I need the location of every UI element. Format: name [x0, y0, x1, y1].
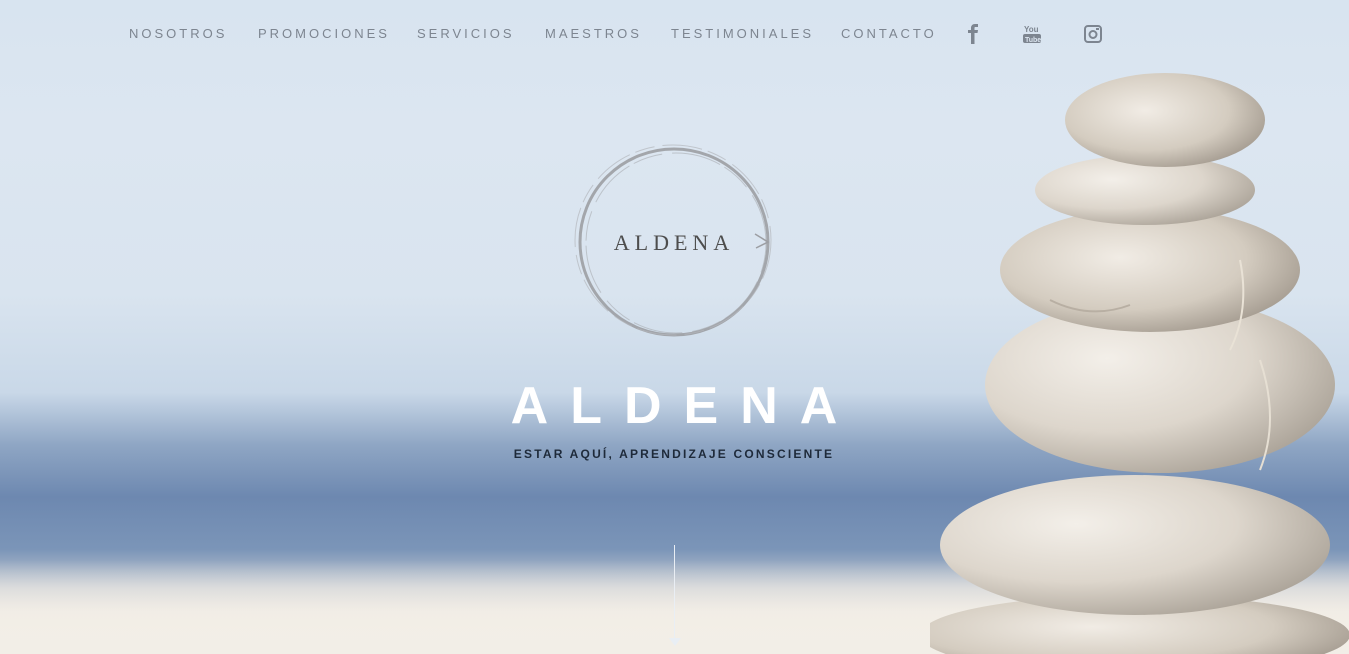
nav-contacto[interactable]: CONTACTO: [841, 26, 937, 41]
main-nav: NOSOTROS PROMOCIONES SERVICIOS MAESTROS …: [0, 26, 1349, 46]
aldena-logo: ALDENA: [570, 142, 778, 342]
nav-servicios[interactable]: SERVICIOS: [417, 26, 515, 41]
svg-text:You: You: [1024, 25, 1039, 34]
hero-tagline: ESTAR AQUÍ, APRENDIZAJE CONSCIENTE: [513, 447, 835, 461]
youtube-icon[interactable]: You Tube: [1020, 22, 1044, 46]
nav-testimoniales[interactable]: TESTIMONIALES: [671, 26, 814, 41]
logo-text: ALDENA: [613, 230, 735, 255]
instagram-icon[interactable]: [1081, 22, 1105, 46]
nav-nosotros[interactable]: NOSOTROS: [129, 26, 227, 41]
nav-promociones[interactable]: PROMOCIONES: [258, 26, 390, 41]
scroll-down-arrow-icon[interactable]: [669, 638, 681, 646]
scroll-down-line[interactable]: [674, 545, 675, 641]
nav-maestros[interactable]: MAESTROS: [545, 26, 642, 41]
stacked-stones-image: [930, 73, 1349, 654]
svg-text:Tube: Tube: [1025, 37, 1041, 44]
hero-title: ALDENA: [510, 377, 860, 435]
facebook-icon[interactable]: [961, 22, 985, 46]
